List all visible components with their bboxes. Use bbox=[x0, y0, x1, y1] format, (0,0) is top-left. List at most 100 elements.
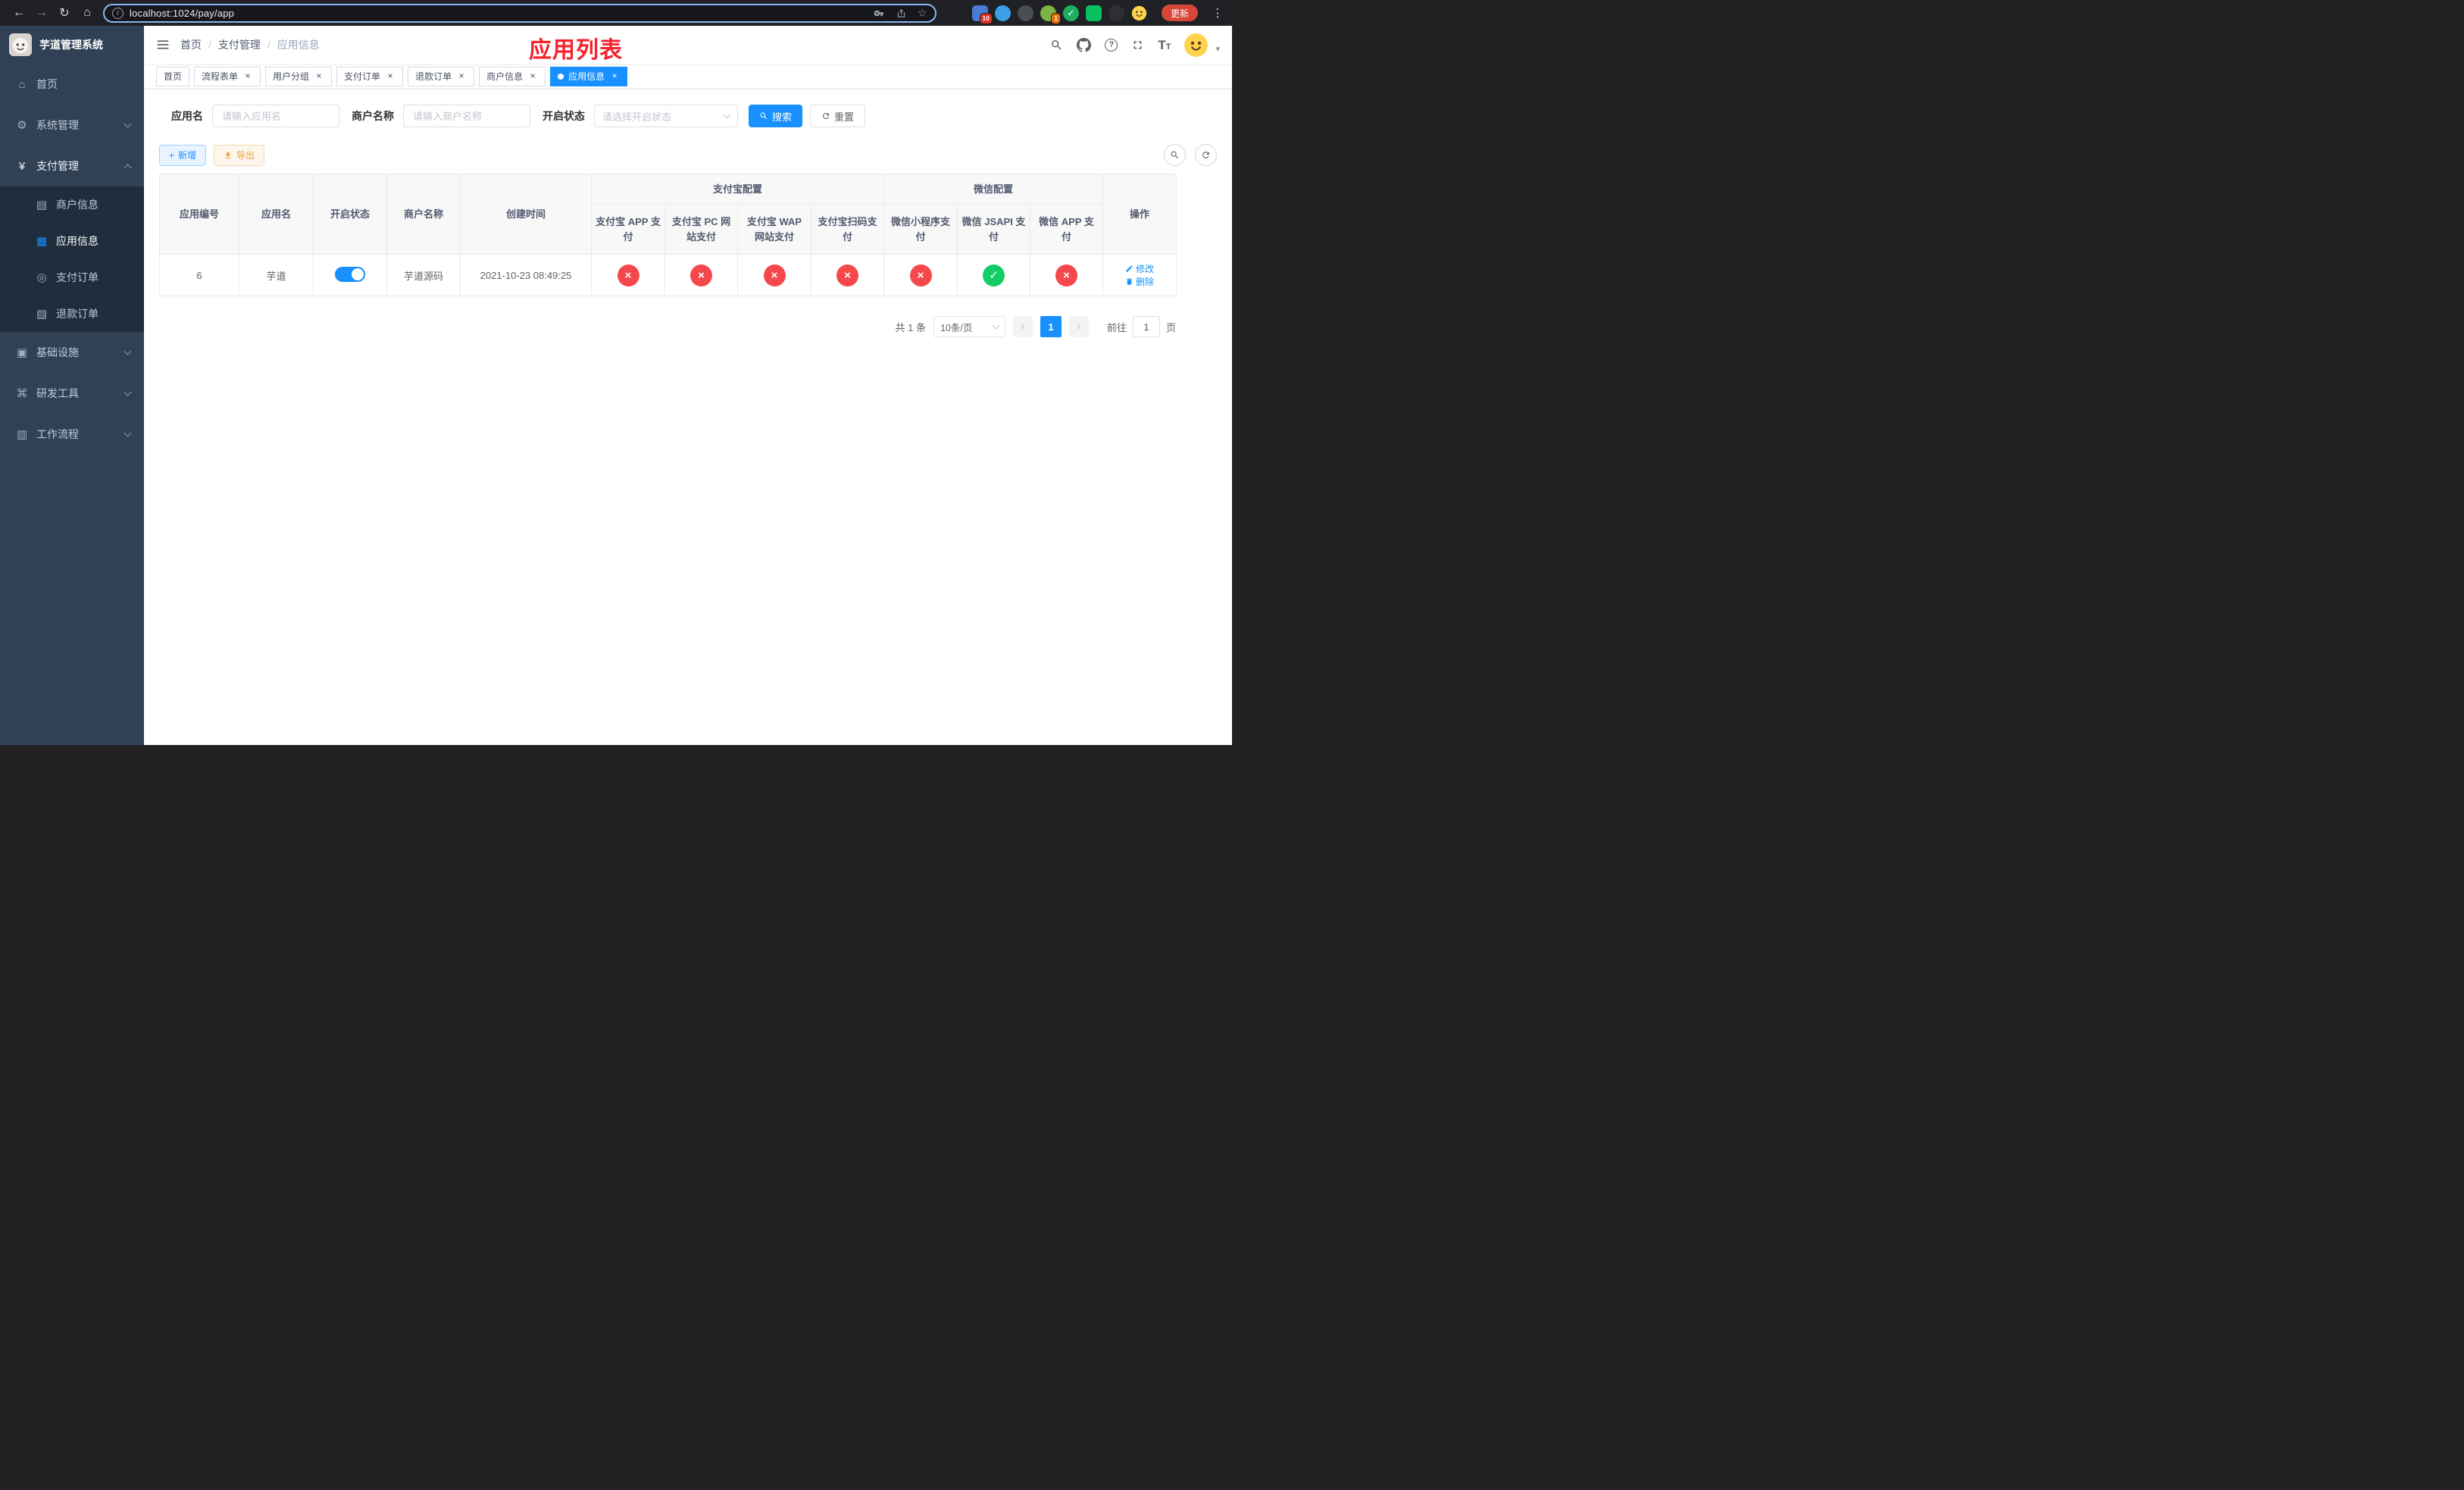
tab-home[interactable]: 首页 bbox=[156, 66, 190, 86]
browser-menu-icon[interactable]: ⋮ bbox=[1211, 6, 1224, 20]
channel-status-icon: × bbox=[617, 264, 639, 286]
search-button[interactable]: 搜索 bbox=[749, 105, 803, 127]
url-text[interactable]: localhost:1024/pay/app bbox=[130, 8, 868, 19]
close-icon[interactable]: × bbox=[456, 70, 467, 82]
app-name-input[interactable] bbox=[212, 105, 339, 127]
extension-icon-2[interactable] bbox=[994, 5, 1011, 21]
close-icon[interactable]: × bbox=[385, 70, 396, 82]
sidebar-subitem-refund-order[interactable]: ▧ 退款订单 bbox=[0, 296, 144, 332]
address-bar[interactable]: i localhost:1024/pay/app ☆ bbox=[103, 3, 937, 23]
tab-refund-order[interactable]: 退款订单 × bbox=[408, 66, 475, 86]
tab-flow-form[interactable]: 流程表单 × bbox=[194, 66, 261, 86]
extension-icon-7[interactable] bbox=[1108, 5, 1124, 21]
forward-icon[interactable]: → bbox=[30, 2, 53, 23]
workflow-icon: ▥ bbox=[16, 428, 28, 441]
sidebar-item-home[interactable]: ⌂ 首页 bbox=[0, 64, 144, 105]
home-icon[interactable]: ⌂ bbox=[76, 2, 98, 23]
col-wechat-mini: 微信小程序支付 bbox=[883, 204, 958, 255]
sidebar-subitem-pay-order[interactable]: ◎ 支付订单 bbox=[0, 259, 144, 296]
page-number-1[interactable]: 1 bbox=[1040, 316, 1062, 337]
yen-icon: ¥ bbox=[18, 159, 26, 173]
sidebar-item-devtools[interactable]: ⌘ 研发工具 bbox=[0, 373, 144, 414]
col-app-id: 应用编号 bbox=[159, 174, 239, 255]
tab-user-group[interactable]: 用户分组 × bbox=[265, 66, 333, 86]
search-icon[interactable] bbox=[1050, 39, 1063, 52]
pagination-next-button[interactable]: › bbox=[1068, 316, 1089, 337]
filter-form: 应用名 商户名称 开启状态 请选择开启状态 搜索 重置 bbox=[159, 105, 1217, 127]
merchant-name-label: 商户名称 bbox=[352, 110, 394, 122]
sidebar-item-label: 商户信息 bbox=[56, 199, 98, 211]
extension-icon-1[interactable]: 10 bbox=[971, 5, 993, 24]
edit-link[interactable]: 修改 bbox=[1125, 262, 1154, 275]
reload-icon[interactable]: ↻ bbox=[53, 2, 76, 23]
sidebar-item-label: 应用信息 bbox=[56, 235, 98, 247]
bookmark-star-icon[interactable]: ☆ bbox=[918, 8, 927, 19]
col-create-time: 创建时间 bbox=[460, 174, 592, 255]
font-size-icon[interactable]: TT bbox=[1158, 39, 1171, 52]
breadcrumb-home[interactable]: 首页 bbox=[180, 37, 202, 52]
back-icon[interactable]: ← bbox=[8, 2, 30, 23]
close-icon[interactable]: × bbox=[242, 70, 253, 82]
goto-page-input[interactable] bbox=[1132, 316, 1160, 337]
cell-wechat-jsapi: ✓ bbox=[957, 254, 1031, 296]
delete-link[interactable]: 删除 bbox=[1125, 275, 1154, 288]
status-label: 开启状态 bbox=[543, 110, 585, 122]
page-size-value: 10条/页 bbox=[940, 322, 973, 333]
tab-app-info[interactable]: 应用信息 × bbox=[550, 66, 628, 86]
delete-label: 删除 bbox=[1136, 277, 1155, 287]
switch-knob bbox=[352, 268, 364, 280]
github-icon[interactable] bbox=[1077, 37, 1092, 52]
fullscreen-icon[interactable] bbox=[1131, 39, 1144, 52]
cell-alipay-wap: × bbox=[737, 254, 811, 296]
enabled-switch[interactable] bbox=[335, 266, 365, 282]
breadcrumb-payment[interactable]: 支付管理 bbox=[218, 37, 261, 52]
sidebar-subitem-app-info[interactable]: ▦ 应用信息 bbox=[0, 223, 144, 259]
close-icon[interactable]: × bbox=[527, 70, 538, 82]
tab-pay-order[interactable]: 支付订单 × bbox=[336, 66, 404, 86]
channel-status-icon: × bbox=[763, 264, 786, 286]
extension-icon-6[interactable] bbox=[1085, 5, 1102, 21]
tab-label: 商户信息 bbox=[486, 71, 524, 82]
tab-label: 退款订单 bbox=[415, 71, 452, 82]
close-icon[interactable]: × bbox=[609, 70, 620, 82]
sidebar-item-system[interactable]: ⚙ 系统管理 bbox=[0, 105, 144, 146]
help-icon[interactable]: ? bbox=[1105, 38, 1118, 52]
sidebar-item-workflow[interactable]: ▥ 工作流程 bbox=[0, 414, 144, 455]
reset-button[interactable]: 重置 bbox=[810, 105, 866, 127]
export-button[interactable]: 导出 bbox=[214, 144, 265, 166]
col-alipay-wap: 支付宝 WAP 网站支付 bbox=[737, 204, 811, 255]
tab-merchant-info[interactable]: 商户信息 × bbox=[479, 66, 546, 86]
avatar-caret-icon[interactable]: ▾ bbox=[1215, 44, 1220, 57]
col-app-name: 应用名 bbox=[239, 174, 314, 255]
user-avatar[interactable] bbox=[1184, 33, 1209, 57]
hamburger-icon[interactable] bbox=[156, 38, 170, 52]
share-icon[interactable] bbox=[896, 8, 907, 19]
page-size-select[interactable]: 10条/页 bbox=[933, 316, 1005, 337]
navbar-actions: ? TT ▾ bbox=[1050, 33, 1220, 57]
pagination-prev-button[interactable]: ‹ bbox=[1012, 316, 1033, 337]
extension-icon-3[interactable] bbox=[1017, 5, 1033, 21]
profile-avatar[interactable] bbox=[1131, 5, 1147, 21]
group-wechat-config: 微信配置 bbox=[883, 174, 1104, 205]
channel-status-icon: × bbox=[836, 264, 858, 286]
extension-icon-4[interactable]: 1 bbox=[1040, 5, 1061, 24]
sidebar-item-payment[interactable]: ¥ 支付管理 bbox=[0, 146, 144, 186]
page-content: 应用名 商户名称 开启状态 请选择开启状态 搜索 重置 bbox=[144, 89, 1232, 745]
merchant-name-input[interactable] bbox=[403, 105, 530, 127]
channel-status-icon: × bbox=[1055, 264, 1078, 286]
extension-icon-5[interactable]: ✓ bbox=[1062, 5, 1079, 21]
status-select[interactable]: 请选择开启状态 bbox=[594, 105, 738, 127]
browser-update-button[interactable]: 更新 bbox=[1161, 5, 1198, 21]
password-key-icon[interactable] bbox=[874, 8, 885, 19]
close-icon[interactable]: × bbox=[314, 70, 324, 82]
add-button[interactable]: + 新增 bbox=[159, 144, 207, 166]
active-dot bbox=[558, 73, 564, 80]
channel-status-icon: × bbox=[690, 264, 712, 286]
sidebar-submenu-payment: ▤ 商户信息 ▦ 应用信息 ◎ 支付订单 ▧ 退款订单 bbox=[0, 186, 144, 332]
breadcrumb-separator: / bbox=[267, 39, 270, 51]
refresh-button[interactable] bbox=[1195, 144, 1217, 166]
toggle-search-button[interactable] bbox=[1164, 144, 1186, 166]
sidebar-item-infrastructure[interactable]: ▣ 基础设施 bbox=[0, 332, 144, 373]
site-info-icon[interactable]: i bbox=[112, 7, 124, 19]
sidebar-subitem-merchant-info[interactable]: ▤ 商户信息 bbox=[0, 186, 144, 223]
